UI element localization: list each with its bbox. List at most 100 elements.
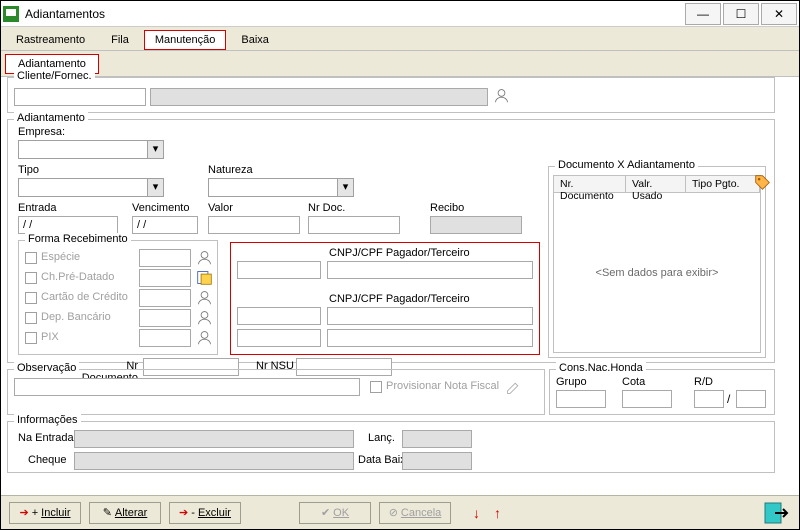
check-deposito[interactable] (25, 312, 37, 324)
chevron-down-icon: ▾ (147, 179, 163, 196)
close-button[interactable]: ✕ (761, 3, 797, 25)
input-cartao[interactable] (139, 289, 191, 307)
fieldset-cliente: Cliente/Fornec. (7, 77, 775, 113)
person-icon[interactable] (196, 249, 213, 266)
minimize-button[interactable]: — (685, 3, 721, 25)
label-especie: Espécie (41, 251, 80, 263)
person-icon[interactable] (196, 289, 213, 306)
slash: / (727, 392, 730, 406)
app-icon (3, 6, 19, 22)
label-rd: R/D (694, 376, 713, 388)
person-icon[interactable] (196, 329, 213, 346)
tab-baixa[interactable]: Baixa (230, 30, 280, 50)
excluir-button[interactable]: ➔ - Excluir (169, 502, 241, 524)
cancela-label: Cancela (401, 507, 441, 519)
tag-icon[interactable] (754, 174, 771, 191)
person-icon[interactable] (493, 87, 510, 104)
check-icon: ✔ (321, 506, 330, 519)
incluir-button[interactable]: ➔ + Incluir (9, 502, 81, 524)
input-cnpj2-a[interactable] (237, 307, 321, 325)
legend-cons: Cons.Nac.Honda (556, 362, 646, 374)
docx-empty: <Sem dados para exibir> (553, 193, 761, 353)
check-chpredatado[interactable] (25, 272, 37, 284)
label-vencimento: Vencimento (132, 202, 189, 214)
input-grupo[interactable] (556, 390, 606, 408)
excluir-label: Excluir (198, 507, 231, 519)
th-tipopgto: Tipo Pgto. (686, 176, 760, 192)
ok-button[interactable]: ✔ OK (299, 502, 371, 524)
tab-manutencao[interactable]: Manutenção (144, 30, 227, 50)
check-especie[interactable] (25, 252, 37, 264)
input-cnpj3-b[interactable] (327, 329, 533, 347)
label-chpredatado: Ch.Pré-Datado (41, 271, 114, 283)
label-lanc: Lanç. (368, 432, 395, 444)
input-valor[interactable] (208, 216, 300, 234)
legend-forma: Forma Recebimento (25, 233, 131, 245)
label-tipo: Tipo (18, 164, 39, 176)
th-nrdoc: Nr. Documento (554, 176, 626, 192)
fieldset-cons: Cons.Nac.Honda Grupo Cota R/D / (549, 369, 775, 415)
input-observacao[interactable] (14, 378, 360, 396)
cancela-button[interactable]: ⊘ Cancela (379, 502, 451, 524)
alterar-button[interactable]: ✎ Alterar (89, 502, 161, 524)
input-chpredatado[interactable] (139, 269, 191, 287)
arrow-right-icon: ➔ (179, 506, 188, 519)
tab-rastreamento[interactable]: Rastreamento (5, 30, 96, 50)
label-grupo: Grupo (556, 376, 587, 388)
label-deposito: Dep. Bancário (41, 311, 111, 323)
input-r[interactable] (694, 390, 724, 408)
maximize-button[interactable]: ☐ (723, 3, 759, 25)
fieldset-info: Informações Na Entrada Lanç. Cheque Data… (7, 421, 775, 473)
input-especie[interactable] (139, 249, 191, 267)
input-entrada[interactable]: / / (18, 216, 118, 234)
label-entrada: Entrada (18, 202, 57, 214)
tab-strip: Rastreamento Fila Manutenção Baixa (1, 27, 799, 51)
edit-icon[interactable] (505, 379, 522, 396)
input-cliente-code[interactable] (14, 88, 146, 106)
arrow-down-icon[interactable]: ↓ (473, 505, 480, 521)
legend-docx: Documento X Adiantamento (555, 159, 698, 171)
check-provisionar[interactable] (370, 381, 382, 393)
display-cheque (74, 452, 354, 470)
docx-header: Nr. Documento Valr. Usado Tipo Pgto. (553, 175, 761, 193)
fieldset-obs: Observação Provisionar Nota Fiscal (7, 369, 545, 415)
arrow-right-icon: ➔ (19, 506, 28, 519)
form-body: Cliente/Fornec. Adiantamento Empresa: ▾ … (1, 77, 799, 529)
legend-adiantamento: Adiantamento (14, 112, 88, 124)
input-cnpj1-b[interactable] (327, 261, 533, 279)
doc-icon[interactable] (196, 269, 213, 286)
label-nrdoc: Nr Doc. (308, 202, 345, 214)
label-cnpj-1: CNPJ/CPF Pagador/Terceiro (329, 247, 470, 259)
input-nrdoc[interactable] (308, 216, 400, 234)
combo-tipo[interactable]: ▾ (18, 178, 164, 197)
tab-fila[interactable]: Fila (100, 30, 140, 50)
legend-obs: Observação (14, 362, 79, 374)
display-databaixa (402, 452, 472, 470)
combo-natureza[interactable]: ▾ (208, 178, 354, 197)
exit-button[interactable] (763, 500, 791, 526)
check-pix[interactable] (25, 332, 37, 344)
alterar-label: Alterar (115, 507, 147, 519)
input-cnpj2-b[interactable] (327, 307, 533, 325)
input-vencimento[interactable]: / / (132, 216, 198, 234)
label-provisionar: Provisionar Nota Fiscal (386, 380, 499, 392)
input-pix[interactable] (139, 329, 191, 347)
subtab-bar: Adiantamento (1, 51, 799, 77)
button-bar: ➔ + Incluir ✎ Alterar ➔ - Excluir ✔ OK ⊘… (1, 495, 799, 529)
arrow-up-icon[interactable]: ↑ (494, 505, 501, 521)
check-cartao[interactable] (25, 292, 37, 304)
input-cnpj3-a[interactable] (237, 329, 321, 347)
display-recibo (430, 216, 522, 234)
label-cartao: Cartão de Crédito (41, 291, 128, 303)
titlebar: Adiantamentos — ☐ ✕ (1, 1, 799, 27)
input-d[interactable] (736, 390, 766, 408)
fieldset-forma: Forma Recebimento Espécie Ch.Pré-Datado … (18, 240, 218, 355)
person-icon[interactable] (196, 309, 213, 326)
combo-empresa[interactable]: ▾ (18, 140, 164, 159)
label-pix: PIX (41, 331, 59, 343)
input-deposito[interactable] (139, 309, 191, 327)
input-cnpj1-a[interactable] (237, 261, 321, 279)
display-cliente-name (150, 88, 488, 106)
display-naentrada (74, 430, 354, 448)
input-cota[interactable] (622, 390, 672, 408)
